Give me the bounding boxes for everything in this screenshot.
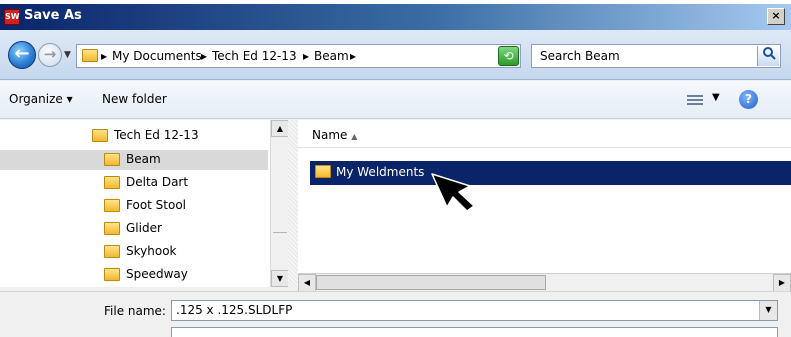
close-button[interactable]: × (767, 8, 785, 25)
tree-item-label: Speedway (126, 267, 188, 281)
tree-item-label: Beam (126, 152, 161, 166)
folder-icon (82, 49, 98, 62)
folder-icon (104, 268, 120, 281)
file-name-label: File name: (104, 304, 166, 318)
navigation-pane: Tech Ed 12-13 Beam Delta Dart Foot Stool… (0, 120, 270, 287)
folder-icon (104, 199, 120, 212)
tree-item-label: Glider (126, 221, 162, 235)
address-bar[interactable]: ▸ My Documents ▸ Tech Ed 12-13 ▸ Beam ▸ … (76, 44, 521, 68)
scroll-thumb[interactable] (273, 232, 287, 242)
tree-item-label: Skyhook (126, 244, 177, 258)
search-input[interactable]: Search Beam (540, 49, 620, 63)
folder-icon (315, 165, 331, 178)
folder-icon (104, 222, 120, 235)
view-list-icon[interactable] (687, 93, 703, 107)
organize-button[interactable]: Organize ▾ (9, 92, 73, 106)
scroll-down-arrow[interactable]: ▼ (271, 270, 289, 287)
tree-item-label: Tech Ed 12-13 (114, 128, 199, 142)
folder-icon (92, 129, 108, 142)
list-item-label: My Weldments (336, 165, 425, 179)
search-box[interactable]: Search Beam (531, 44, 781, 68)
name-column[interactable]: Name ▲ (312, 128, 357, 142)
scroll-up-arrow[interactable]: ▲ (271, 120, 289, 137)
title-bar[interactable]: SW Save As × (0, 4, 791, 30)
tree-item-label: Foot Stool (126, 198, 187, 212)
tree-item-beam[interactable]: Beam (0, 150, 268, 170)
file-list: Name ▲ My Weldments (298, 120, 791, 287)
new-folder-button[interactable]: New folder (102, 92, 167, 106)
folder-icon (104, 176, 120, 189)
tree-item-foot-stool[interactable]: Foot Stool (0, 196, 268, 216)
help-button[interactable]: ? (739, 90, 758, 109)
file-name-dropdown[interactable]: ▼ (759, 301, 777, 320)
save-as-dialog: SW Save As × ← → ▼ ▸ My Documents ▸ Tech… (0, 4, 791, 337)
forward-button[interactable]: → (38, 43, 62, 67)
tree-item-skyhook[interactable]: Skyhook (0, 242, 268, 262)
window-title: Save As (24, 8, 82, 23)
command-bar: Organize ▾ New folder ▼ ? (0, 81, 791, 119)
navigation-bar: ← → ▼ ▸ My Documents ▸ Tech Ed 12-13 ▸ B… (0, 30, 791, 80)
mouse-pointer-icon (431, 173, 475, 212)
file-name-field[interactable]: .125 x .125.SLDLFP ▼ (171, 300, 778, 321)
tree-item-delta-dart[interactable]: Delta Dart (0, 173, 268, 193)
back-button[interactable]: ← (8, 41, 36, 69)
scroll-left-arrow[interactable]: ◀ (298, 274, 316, 292)
breadcrumb-separator[interactable]: ▸ (201, 49, 207, 63)
view-dropdown[interactable]: ▼ (712, 92, 720, 103)
list-item[interactable]: My Weldments (310, 161, 791, 185)
refresh-button[interactable]: ⟲ (498, 46, 519, 66)
navigation-pane-scrollbar[interactable]: ▲ ▼ (270, 120, 289, 287)
scroll-right-arrow[interactable]: ▶ (773, 274, 791, 292)
column-header[interactable]: Name ▲ (298, 120, 791, 148)
breadcrumb-tech-ed[interactable]: Tech Ed 12-13 (212, 49, 297, 63)
solidworks-app-icon: SW (4, 9, 20, 25)
breadcrumb-separator[interactable]: ▸ (350, 49, 356, 63)
magnifier-icon[interactable] (757, 46, 779, 66)
folder-icon (104, 153, 120, 166)
breadcrumb-separator[interactable]: ▸ (101, 49, 107, 63)
file-name-panel: File name: .125 x .125.SLDLFP ▼ (0, 291, 791, 337)
folder-icon (104, 245, 120, 258)
tree-item-glider[interactable]: Glider (0, 219, 268, 239)
breadcrumb-separator[interactable]: ▸ (303, 49, 309, 63)
file-name-value[interactable]: .125 x .125.SLDLFP (176, 303, 292, 317)
sort-ascending-icon: ▲ (351, 132, 358, 141)
file-list-horizontal-scrollbar[interactable]: ◀ ▶ (298, 273, 791, 292)
pane-splitter[interactable] (288, 120, 298, 287)
scroll-thumb[interactable] (316, 275, 546, 290)
recent-locations-dropdown[interactable]: ▼ (64, 50, 71, 60)
breadcrumb-my-documents[interactable]: My Documents (112, 49, 202, 63)
breadcrumb-beam[interactable]: Beam (314, 49, 349, 63)
tree-item-label: Delta Dart (126, 175, 189, 189)
tree-item-speedway[interactable]: Speedway (0, 265, 268, 285)
save-as-type-field[interactable] (171, 327, 778, 337)
tree-item-tech-ed[interactable]: Tech Ed 12-13 (0, 126, 268, 146)
